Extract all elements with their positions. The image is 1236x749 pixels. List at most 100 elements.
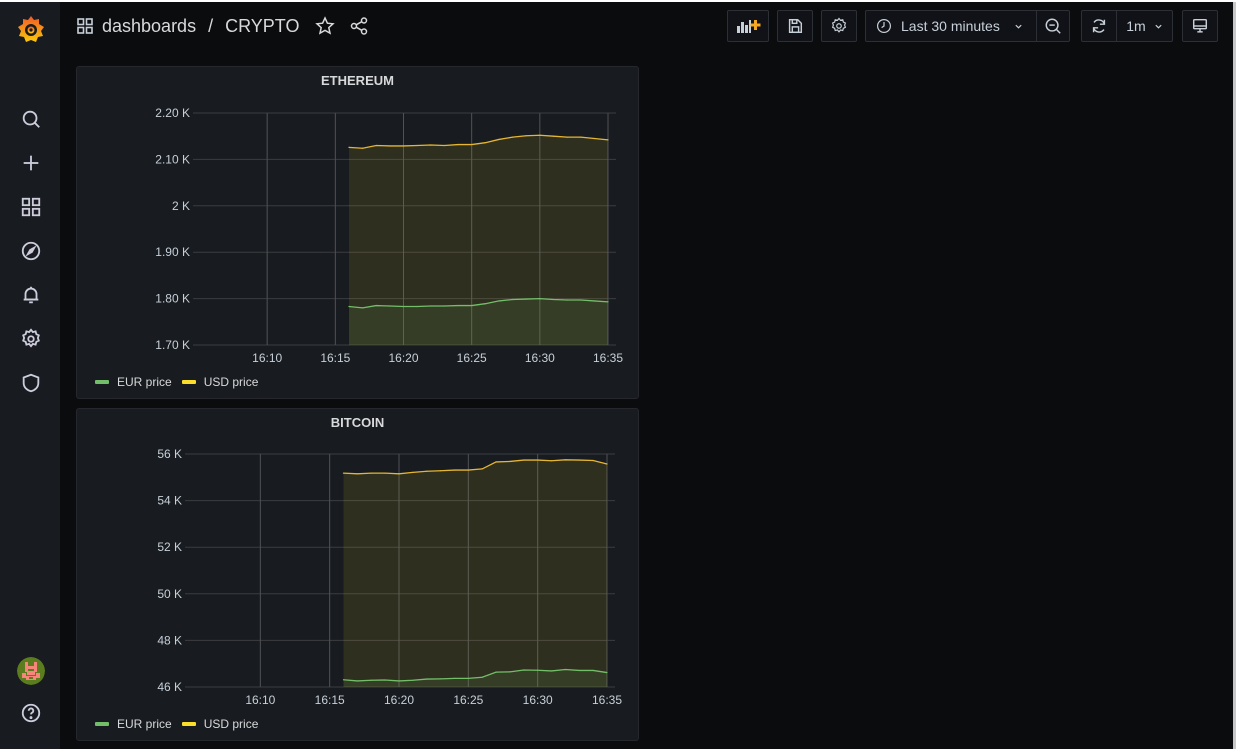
data-point [509, 460, 511, 463]
apps-icon[interactable] [18, 194, 44, 220]
data-point [592, 669, 594, 672]
data-point [564, 668, 566, 671]
breadcrumb-separator: / [208, 15, 214, 36]
x-tick-label: 16:10 [245, 693, 275, 707]
data-point [550, 460, 553, 462]
data-point [362, 147, 364, 149]
legend-item-eur[interactable]: EUR price [95, 375, 172, 389]
data-point [484, 142, 486, 144]
breadcrumb-dashboards-link[interactable]: dashboards [102, 16, 196, 37]
legend-swatch [95, 380, 109, 384]
gear-icon[interactable] [18, 326, 44, 352]
data-point [539, 134, 541, 136]
window-top-border [0, 0, 1236, 2]
legend-swatch [181, 380, 196, 384]
data-point [467, 677, 469, 679]
data-point [523, 459, 525, 461]
data-point [384, 472, 386, 474]
data-point [523, 669, 525, 671]
sidebar [0, 2, 61, 749]
data-point [498, 138, 500, 141]
shield-icon[interactable] [18, 370, 44, 396]
data-point [481, 468, 483, 470]
data-point [402, 305, 405, 308]
data-point [511, 298, 514, 301]
y-tick-label: 2.20 K [155, 106, 190, 120]
data-point [375, 304, 377, 307]
avatar[interactable] [17, 657, 45, 685]
data-point [453, 469, 456, 471]
data-point [550, 670, 553, 672]
data-point [443, 305, 445, 307]
data-point [566, 299, 568, 301]
data-point [509, 671, 511, 673]
y-tick-label: 48 K [157, 633, 182, 647]
legend-item-usd[interactable]: USD price [181, 375, 258, 389]
ethereum-chart: 1.70 K 1.80 K 1.90 K 2 K 2.10 K 2.20 K 16:10 16… [155, 106, 623, 365]
grafana-logo-icon[interactable] [16, 14, 46, 44]
data-point [511, 136, 514, 138]
breadcrumb: dashboards / CRYPTO [76, 14, 299, 38]
clock-icon [877, 19, 891, 33]
x-tick-label: 16:20 [384, 693, 414, 707]
data-point [348, 305, 350, 308]
data-point [412, 471, 414, 474]
panel-ethereum[interactable]: ETHEREUM 1.70 K 1.80 K 1.90 K2 K 2.10 K 2.20… [76, 66, 639, 399]
share-icon[interactable] [349, 16, 369, 36]
zoom-out-button[interactable] [1036, 10, 1070, 42]
data-point [552, 135, 555, 137]
y-tick-label: 1.80 K [155, 292, 190, 306]
y-tick-label: 1.90 K [155, 245, 190, 259]
tv-mode-button[interactable] [1182, 10, 1218, 42]
data-point [471, 143, 473, 146]
refresh-interval-picker[interactable]: 1m [1116, 10, 1173, 42]
add-panel-button[interactable] [727, 10, 769, 42]
data-point [398, 680, 400, 682]
data-point [416, 144, 418, 147]
legend-item-usd[interactable]: USD price [181, 717, 259, 731]
compass-icon[interactable] [18, 238, 44, 264]
data-point [593, 137, 595, 140]
time-range-picker[interactable]: Last 30 minutes [865, 10, 1037, 42]
search-icon[interactable] [18, 106, 44, 132]
y-tick-label: 56 K [157, 447, 182, 461]
chevron-down-icon [1015, 24, 1022, 29]
save-dashboard-button[interactable] [777, 10, 813, 42]
x-tick-label: 16:20 [388, 351, 418, 365]
time-range-label: Last 30 minutes [901, 18, 1000, 34]
data-point [578, 459, 580, 461]
y-tick-label: 2 K [172, 199, 190, 213]
data-point [370, 472, 372, 474]
data-point [606, 463, 608, 465]
data-point [356, 473, 358, 475]
star-icon[interactable] [315, 16, 335, 36]
zoom-out-icon [1045, 18, 1061, 34]
dashboard-settings-button[interactable] [821, 10, 857, 42]
data-point [457, 143, 459, 146]
y-tick-label: 54 K [157, 494, 182, 508]
refresh-icon [1092, 19, 1106, 33]
gear-icon [831, 17, 847, 33]
dashboard-title[interactable]: CRYPTO [225, 16, 299, 37]
plus-icon[interactable] [18, 150, 44, 176]
refresh-button[interactable] [1081, 10, 1117, 42]
bitcoin-chart: 46 K 48 K 50 K 52 K 54 K 56 K 16:10 16:15 16:20 1… [157, 447, 622, 707]
save-icon [788, 18, 803, 34]
bell-icon[interactable] [18, 282, 44, 308]
data-point [398, 473, 400, 475]
data-point [453, 677, 456, 679]
data-point [467, 469, 469, 471]
x-tick-label: 16:10 [252, 351, 282, 365]
legend-item-eur[interactable]: EUR price [95, 717, 172, 731]
data-point [416, 305, 418, 308]
question-circle-icon[interactable] [18, 700, 44, 726]
data-point [430, 144, 432, 146]
data-point [580, 136, 582, 138]
legend: EUR price USD price [95, 717, 268, 731]
y-tick-label: 46 K [157, 680, 182, 694]
data-point [537, 459, 539, 461]
data-point [402, 145, 405, 147]
data-point [412, 679, 414, 681]
legend-label: USD price [203, 717, 259, 731]
panel-bitcoin[interactable]: BITCOIN 46 K 48 K 50 K 52 K 54 K 56 K 16:10 16:… [76, 408, 639, 741]
